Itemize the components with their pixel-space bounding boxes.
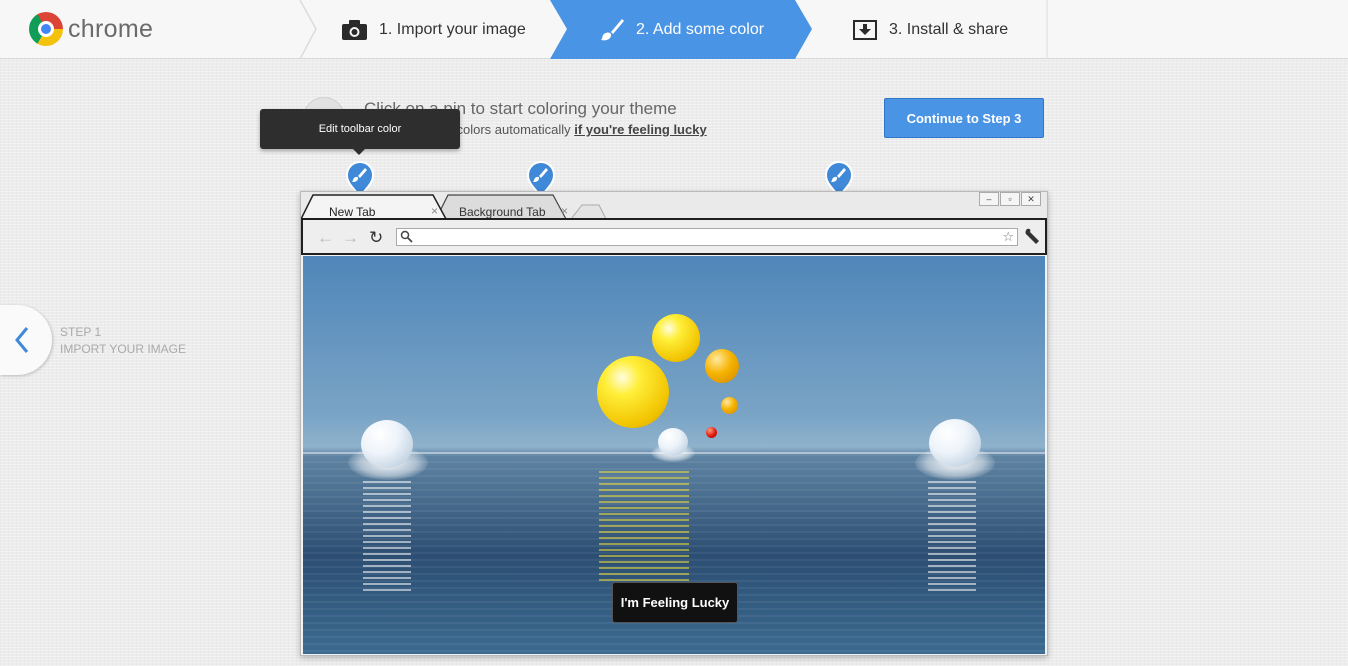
chrome-logo[interactable]: chrome (29, 12, 153, 46)
red-sphere (706, 427, 717, 438)
top-bar: chrome 1. Import your image 2. Add some … (0, 0, 1348, 59)
theme-preview-browser: New Tab × Background Tab × – ▫ ✕ ← → ↻ ☆ (300, 191, 1048, 656)
back-step-name: IMPORT YOUR IMAGE (60, 342, 187, 356)
preview-tab-background-label: Background Tab (459, 205, 546, 219)
back-step-number: STEP 1 (60, 325, 102, 339)
sphere-reflection (363, 481, 411, 591)
step-install-label: 3. Install & share (889, 20, 1009, 38)
close-icon: × (561, 204, 569, 218)
camera-icon (342, 19, 367, 40)
search-icon (400, 230, 413, 243)
minimize-icon: – (979, 192, 999, 206)
step-install-share[interactable]: 3. Install & share (853, 0, 1008, 59)
wrench-icon (1025, 228, 1039, 244)
chevron-left-icon (15, 327, 29, 353)
back-step-label[interactable]: STEP 1 IMPORT YOUR IMAGE (60, 324, 186, 358)
back-to-step1-button[interactable] (0, 305, 52, 375)
paintbrush-icon (600, 18, 624, 42)
preview-background-image: I'm Feeling Lucky (303, 256, 1045, 654)
orange-sphere (721, 397, 738, 414)
star-icon: ☆ (1002, 229, 1014, 244)
close-icon: × (431, 204, 439, 218)
preview-toolbar[interactable]: ← → ↻ ☆ (301, 218, 1047, 255)
maximize-icon: ▫ (1000, 192, 1020, 206)
orange-sphere (705, 349, 739, 383)
step-add-color[interactable]: 2. Add some color (600, 0, 764, 59)
step-import-image[interactable]: 1. Import your image (342, 0, 526, 59)
forward-arrow-icon: → (342, 228, 359, 247)
yellow-sphere (652, 314, 700, 362)
sphere-reflection (928, 481, 976, 591)
yellow-sphere (597, 356, 669, 428)
chrome-logo-icon (29, 12, 63, 46)
feeling-lucky-button[interactable]: I'm Feeling Lucky (612, 582, 738, 623)
white-sphere (658, 428, 688, 456)
window-close-icon: ✕ (1021, 192, 1041, 206)
step-divider (299, 0, 317, 59)
white-sphere (361, 420, 413, 468)
preview-tabstrip[interactable]: New Tab × Background Tab × – ▫ ✕ (301, 192, 1047, 220)
reload-icon: ↻ (369, 228, 384, 247)
feeling-lucky-link[interactable]: if you're feeling lucky (574, 122, 706, 137)
header-end-divider (1046, 0, 1048, 59)
sphere-reflection (599, 471, 689, 581)
step-add-color-label: 2. Add some color (636, 20, 765, 38)
preview-tab-new-label: New Tab (329, 205, 376, 219)
pin-tooltip: Edit toolbar color (260, 109, 460, 155)
continue-step3-button[interactable]: Continue to Step 3 (884, 98, 1044, 138)
window-controls: – ▫ ✕ (978, 192, 1041, 206)
download-icon (853, 19, 877, 40)
brand-name: chrome (68, 14, 154, 43)
preview-omnibox: ☆ (396, 228, 1018, 246)
step-import-label: 1. Import your image (379, 20, 526, 38)
back-arrow-icon: ← (317, 228, 334, 247)
white-sphere (929, 419, 981, 467)
